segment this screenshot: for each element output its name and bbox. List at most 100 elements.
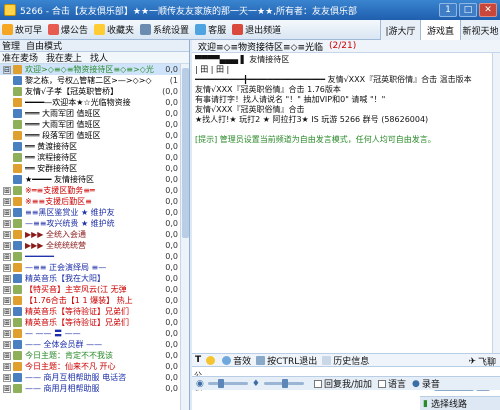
star-icon — [94, 24, 106, 35]
channel-item[interactable]: ━━━━—欢迎本★☆光临物资接 0,0 — [0, 97, 180, 108]
expand-toggle-icon[interactable]: ⊞ — [3, 208, 11, 217]
channel-item[interactable]: ⊞ 精英音乐【我在大阳】 0,0 — [0, 273, 180, 284]
expand-toggle-icon[interactable]: ⊞ — [3, 373, 11, 382]
expand-toggle-icon[interactable]: ⊞ — [3, 274, 11, 283]
channel-count: 0,0 — [165, 109, 178, 118]
voice-checkbox[interactable]: 语言 — [377, 377, 406, 390]
history-icon — [322, 355, 332, 365]
expand-toggle-icon[interactable]: ⊞ — [3, 252, 11, 261]
channel-item[interactable]: ⊞ ━━━━━━ 0,0 — [0, 251, 180, 262]
expand-toggle-icon[interactable]: ⊞ — [3, 318, 11, 327]
channel-item[interactable]: ⊞ ※═≡支援区勤务≡═ 0,0 — [0, 185, 180, 196]
channel-item[interactable]: ⊞ —≡≡ 正会演绎局 ≡— 0,0 — [0, 262, 180, 273]
expand-toggle-icon[interactable]: ⊞ — [3, 219, 11, 228]
channel-item[interactable]: ⊞ ※≡≡支援后勤区≡ 0,0 — [0, 196, 180, 207]
channel-item[interactable]: ⊞ —≡≡攻兴统贵 ★ 维护统 0,0 — [0, 218, 180, 229]
expand-toggle-icon[interactable] — [3, 99, 11, 107]
channel-item[interactable]: ⊞ ▶▶▶ 全统统统营 0,0 — [0, 240, 180, 251]
channel-item[interactable]: ⊞ —— 全体会员群 —— 0,0 — [0, 339, 180, 350]
channel-scrollbar[interactable] — [180, 64, 189, 410]
ctrl-send-toggle[interactable]: 按CTRL退出 — [256, 354, 317, 367]
toolbar-item-settings[interactable]: 系统设置 — [140, 23, 189, 36]
channel-item[interactable]: ⊞ 今日主题：肯定不不我该 0,0 — [0, 350, 180, 361]
fly-chat-button[interactable]: ✈ 飞聊 — [468, 355, 496, 369]
toolbar-item-1[interactable]: 故可早 — [2, 23, 42, 36]
chat-message: 友情√XXX『冠英职俗情』合击 — [195, 105, 305, 114]
expand-toggle-icon[interactable]: ⊞ — [3, 230, 11, 239]
expand-toggle-icon[interactable]: ⊞ — [3, 241, 11, 250]
expand-toggle-icon[interactable] — [3, 176, 11, 184]
toolbar-item-exit[interactable]: 退出频道 — [232, 23, 281, 36]
channel-item[interactable]: ★━━━━ 友情接待区 0,0 — [0, 174, 180, 185]
expand-toggle-icon[interactable]: ⊞ — [3, 186, 11, 195]
channel-item[interactable]: ⊞ —— 商月互相帮助服 电话咨 0,0 — [0, 372, 180, 383]
expand-toggle-icon[interactable] — [3, 165, 11, 173]
toolbar-item-favorites[interactable]: 收藏夹 — [94, 23, 134, 36]
route-select[interactable]: ▮ 选择线路 — [420, 396, 500, 410]
expand-toggle-icon[interactable]: ⊞ — [3, 351, 11, 360]
expand-toggle-icon[interactable] — [3, 121, 11, 129]
minimize-button[interactable]: 1 — [439, 3, 457, 17]
channel-item[interactable]: ⊞ — —— 〓 —— 0,0 — [0, 328, 180, 339]
expand-toggle-icon[interactable]: ⊞ — [3, 263, 11, 272]
maximize-button[interactable]: □ — [459, 3, 477, 17]
expand-toggle-icon[interactable]: ⊟ — [3, 65, 11, 74]
speaker-icon[interactable]: ◉ — [196, 379, 204, 389]
font-button[interactable]: T — [195, 355, 201, 365]
expand-toggle-icon[interactable] — [3, 143, 11, 151]
history-button[interactable]: 历史信息 — [322, 354, 369, 367]
expand-toggle-icon[interactable]: ⊞ — [3, 285, 11, 294]
filter-on-mic[interactable]: 准在麦场 — [2, 51, 38, 64]
mic-slider[interactable] — [263, 379, 304, 388]
tab-game[interactable]: 游戏直 — [420, 20, 460, 40]
expand-toggle-icon[interactable]: ⊞ — [3, 329, 11, 338]
channel-item[interactable]: ═══ 段落军团 值班区 0,0 — [0, 130, 180, 141]
volume-slider[interactable] — [207, 379, 248, 388]
audio-bar: ◉ ♦ 回复我/加加 语言 ● 录音 — [192, 376, 500, 390]
channel-item[interactable]: ══ 滨程接待区 0,0 — [0, 152, 180, 163]
expand-toggle-icon[interactable] — [3, 77, 11, 85]
mic-icon[interactable]: ♦ — [252, 379, 260, 389]
channel-item[interactable]: ═══ 大雨军团 值班区 0,0 — [0, 119, 180, 130]
expand-toggle-icon[interactable]: ⊞ — [3, 362, 11, 371]
toolbar-item-service[interactable]: 客服 — [195, 23, 226, 36]
record-button[interactable]: ● 录音 — [412, 377, 440, 391]
room-icon — [13, 230, 22, 239]
message-scrollbar[interactable] — [492, 53, 500, 353]
channel-item[interactable]: ⊞ —— 商用月相帮助服 0,0 — [0, 383, 180, 394]
expand-toggle-icon[interactable] — [3, 154, 11, 162]
channel-item[interactable]: ⊞ 今日主题：仙来不凡 开心 0,0 — [0, 361, 180, 372]
channel-item[interactable]: 友情√子孝【冠英职管桥】 (0,0 — [0, 86, 180, 97]
channel-item[interactable]: ⊞ 精英音乐【等待验证】兄弟们 0,0 — [0, 317, 180, 328]
channel-item[interactable]: ══ 安群接待区 0,0 — [0, 163, 180, 174]
channel-item[interactable]: ⊞ ≡≡黑区鉴赏业 ★ 维护友 0,0 — [0, 207, 180, 218]
channel-item[interactable]: ══ 黄渡接待区 0,0 — [0, 141, 180, 152]
channel-item[interactable]: 黎之栋，号权△管辖二区>—>◇>◇ (1 — [0, 75, 180, 86]
channel-item[interactable]: ⊟ 欢迎>◇≡◇≡物资接待区≡◇≡>◇光临 0,0 — [0, 64, 180, 75]
expand-toggle-icon[interactable]: ⊞ — [3, 384, 11, 393]
channel-item[interactable]: ⊞ 【特买音】主宰风云(江 无弹 0,0 — [0, 284, 180, 295]
sound-effect-button[interactable]: 音效 — [222, 354, 251, 367]
channel-item[interactable]: ⊞ 【1.76合击【1 1 爆装】 热上 0,0 — [0, 295, 180, 306]
expand-toggle-icon[interactable] — [3, 110, 11, 118]
close-button[interactable]: ✕ — [479, 3, 497, 17]
expand-toggle-icon[interactable] — [3, 88, 11, 96]
tab-lobby[interactable]: |游大厅 — [380, 20, 420, 40]
tab-world[interactable]: 新视天地 — [460, 20, 500, 40]
toolbar-item-2[interactable]: 爆公告 — [48, 23, 88, 36]
emoji-button[interactable] — [206, 355, 217, 365]
find-person[interactable]: 找人 — [90, 51, 108, 64]
expand-toggle-icon[interactable] — [3, 132, 11, 140]
channel-item[interactable]: ⊞ 精英音乐【等待验证】兄弟们 0,0 — [0, 306, 180, 317]
expand-toggle-icon[interactable]: ⊞ — [3, 340, 11, 349]
channel-tree[interactable]: ⊟ 欢迎>◇≡◇≡物资接待区≡◇≡>◇光临 0,0 黎之栋，号权△管辖二区>—>◇>◇… — [0, 64, 180, 410]
channel-item[interactable]: ⊞ ▶▶▶ 全统入会通 0,0 — [0, 229, 180, 240]
filter-me-on-mic[interactable]: 我在麦上 — [46, 51, 82, 64]
expand-toggle-icon[interactable]: ⊞ — [3, 307, 11, 316]
scroll-thumb[interactable] — [182, 68, 189, 238]
expand-toggle-icon[interactable]: ⊞ — [3, 197, 11, 206]
expand-toggle-icon[interactable]: ⊞ — [3, 296, 11, 305]
channel-item[interactable]: ═══ 大雨军团 值班区 0,0 — [0, 108, 180, 119]
reply-checkbox[interactable]: 回复我/加加 — [313, 377, 372, 390]
channel-count: 0,0 — [165, 186, 178, 195]
